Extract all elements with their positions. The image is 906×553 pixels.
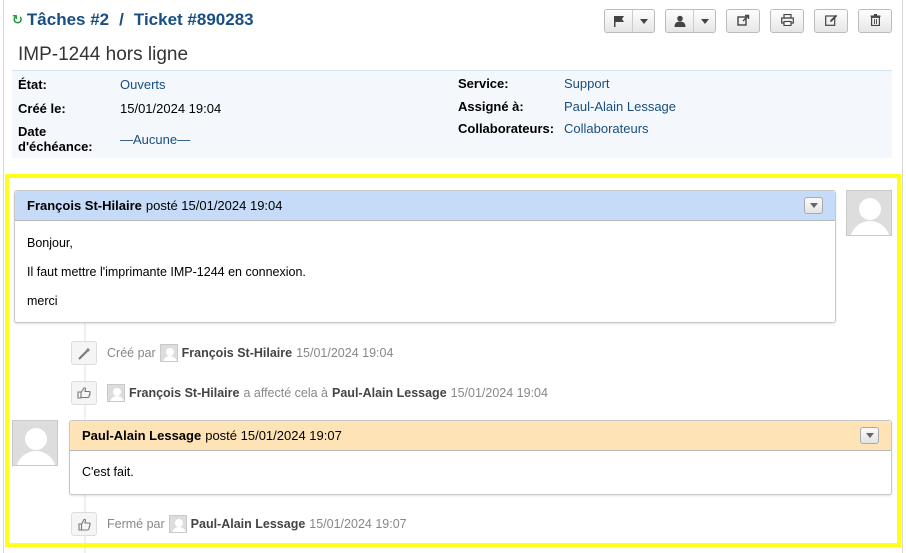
ticket-toolbar — [594, 9, 892, 33]
service-value[interactable]: Support — [564, 76, 610, 91]
share-icon — [736, 14, 750, 29]
edit-icon — [824, 14, 838, 29]
due-date-label-line2: d'échéance: — [18, 139, 93, 154]
ticket-link[interactable]: Ticket #890283 — [134, 10, 254, 30]
chevron-down-icon — [694, 10, 715, 32]
refresh-icon[interactable]: ↻ — [12, 12, 23, 28]
delete-button[interactable] — [858, 9, 892, 33]
due-date-label-line1: Date — [18, 124, 47, 139]
assigned-value[interactable]: Paul-Alain Lessage — [564, 99, 676, 114]
due-date-value[interactable]: —Aucune— — [120, 132, 190, 147]
flag-dropdown-button[interactable] — [604, 9, 655, 33]
breadcrumb-separator: / — [119, 10, 124, 29]
user-icon — [666, 10, 695, 32]
ticket-info-panel: État: Ouverts Créé le: 15/01/2024 19:04 … — [12, 70, 892, 158]
status-value[interactable]: Ouverts — [120, 77, 166, 92]
highlight-box — [5, 174, 901, 547]
share-button[interactable] — [726, 9, 760, 33]
trash-icon — [870, 13, 881, 29]
chevron-down-icon — [633, 10, 654, 32]
breadcrumb: ↻ Tâches #2 / Ticket #890283 — [12, 10, 254, 30]
assign-dropdown-button[interactable] — [665, 9, 716, 33]
service-label: Service: — [458, 76, 509, 91]
tasks-link[interactable]: Tâches #2 — [27, 10, 109, 30]
status-label: État: — [18, 77, 47, 92]
created-label: Créé le: — [18, 101, 66, 116]
flag-icon — [605, 10, 634, 32]
collaborators-label: Collaborateurs: — [458, 121, 555, 136]
assigned-label: Assigné à: — [458, 99, 524, 114]
created-value: 15/01/2024 19:04 — [120, 101, 222, 116]
edit-button[interactable] — [814, 9, 848, 33]
print-button[interactable] — [770, 9, 804, 33]
ticket-subject: IMP-1244 hors ligne — [18, 44, 189, 65]
print-icon — [780, 13, 794, 29]
collaborators-value[interactable]: Collaborateurs — [564, 121, 649, 136]
